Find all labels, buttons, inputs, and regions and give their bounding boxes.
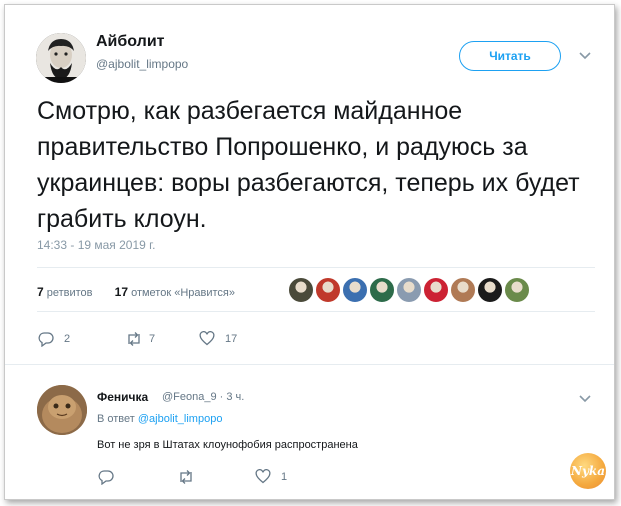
- tweet-text: Смотрю, как разбегается майданное правит…: [37, 97, 580, 233]
- liker-avatar[interactable]: [342, 277, 368, 303]
- retweet-icon[interactable]: [177, 469, 195, 485]
- follow-button[interactable]: Читать: [459, 41, 561, 71]
- retweets-count[interactable]: 7: [37, 285, 44, 299]
- liker-avatar[interactable]: [477, 277, 503, 303]
- reply-like-action[interactable]: 1: [255, 469, 287, 484]
- reply-to-line: В ответ @ajbolit_limpopo: [97, 413, 222, 425]
- liker-avatar[interactable]: [396, 277, 422, 303]
- liker-avatar[interactable]: [450, 277, 476, 303]
- reply-to-prefix: В ответ: [97, 413, 135, 425]
- reply-like-count: 1: [281, 470, 288, 483]
- reply-to-handle-link[interactable]: @ajbolit_limpopo: [138, 413, 223, 425]
- retweet-icon[interactable]: [125, 331, 143, 347]
- liker-avatar[interactable]: [504, 277, 530, 303]
- tweet-card: Айболит @ajbolit_limpopo Читать Смотрю, …: [4, 4, 615, 500]
- like-count: 17: [225, 332, 238, 345]
- divider: [5, 364, 614, 365]
- reply-action[interactable]: 2: [38, 331, 70, 347]
- reply-icon[interactable]: [38, 331, 54, 347]
- watermark-logo: Nyka: [570, 453, 606, 489]
- retweets-label[interactable]: ретвитов: [47, 287, 93, 299]
- reply-text: Вот не зря в Штатах клоунофобия распрост…: [97, 439, 358, 451]
- reply-author-avatar[interactable]: [37, 385, 87, 435]
- divider: [37, 267, 595, 268]
- reply-icon[interactable]: [98, 469, 114, 485]
- likes-label[interactable]: отметок «Нравится»: [131, 287, 235, 299]
- tweet-timestamp[interactable]: 14:33 - 19 мая 2019 г.: [37, 238, 155, 252]
- reply-author-handle[interactable]: @Feona_9 · 3 ч.: [162, 391, 244, 403]
- divider: [37, 311, 595, 312]
- like-action[interactable]: 17: [199, 331, 237, 346]
- chevron-down-icon[interactable]: [578, 48, 592, 66]
- reply-retweet-action[interactable]: [177, 469, 195, 485]
- reply-author-name[interactable]: Феничка: [97, 390, 148, 404]
- author-name[interactable]: Айболит: [96, 33, 164, 51]
- liker-avatar[interactable]: [288, 277, 314, 303]
- retweet-count: 7: [149, 333, 156, 345]
- reply-count: 2: [64, 333, 71, 345]
- author-avatar[interactable]: [36, 33, 86, 83]
- heart-icon[interactable]: [199, 331, 215, 346]
- reply-reply-action[interactable]: [98, 469, 114, 485]
- tweet-stats: 7 ретвитов 17 отметок «Нравится»: [37, 285, 235, 299]
- heart-icon[interactable]: [255, 469, 271, 484]
- chevron-down-icon[interactable]: [578, 391, 592, 409]
- retweet-action[interactable]: 7: [125, 331, 155, 347]
- likes-count[interactable]: 17: [115, 285, 128, 299]
- author-handle[interactable]: @ajbolit_limpopo: [96, 57, 188, 71]
- liker-avatar[interactable]: [423, 277, 449, 303]
- liker-avatar[interactable]: [369, 277, 395, 303]
- liker-avatar[interactable]: [315, 277, 341, 303]
